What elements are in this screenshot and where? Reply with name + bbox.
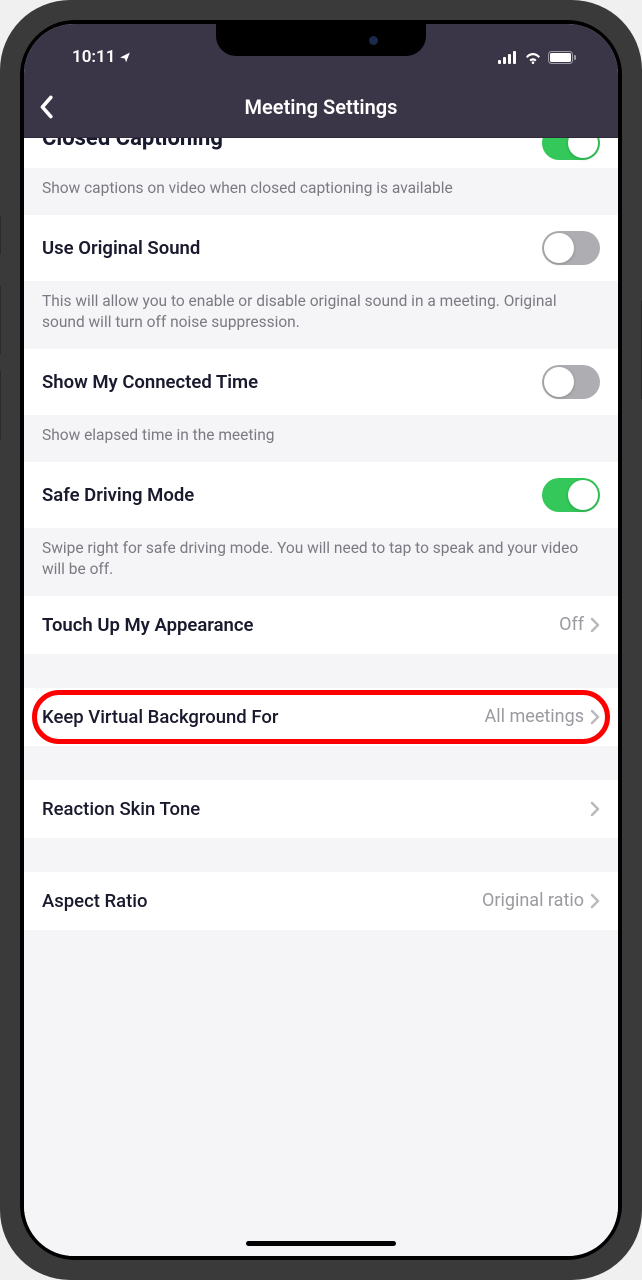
home-indicator[interactable] [246,1241,396,1246]
row-aspect-ratio[interactable]: Aspect Ratio Original ratio [24,872,618,930]
row-reaction-skin-tone[interactable]: Reaction Skin Tone [24,780,618,838]
touch-up-title: Touch Up My Appearance [42,614,254,636]
time-text: 10:11 [72,47,115,67]
notch [216,24,426,56]
status-time: 10:11 [52,47,132,67]
reaction-skin-tone-title: Reaction Skin Tone [42,798,200,820]
closed-captioning-title: Closed Captioning [42,138,223,151]
volume-up-button [0,285,1,355]
safe-driving-desc: Swipe right for safe driving mode. You w… [24,528,618,596]
aspect-ratio-value: Original ratio [482,890,584,911]
spacer [24,838,618,872]
virtual-background-title: Keep Virtual Background For [42,706,278,728]
chevron-right-icon [590,617,600,633]
safe-driving-title: Safe Driving Mode [42,484,194,506]
phone-bezel: 10:11 [20,20,622,1260]
closed-captioning-desc: Show captions on video when closed capti… [24,168,618,215]
spacer [24,746,618,780]
wifi-icon [524,51,542,64]
silent-switch [0,215,1,255]
original-sound-toggle[interactable] [542,231,600,265]
safe-driving-toggle[interactable] [542,478,600,512]
aspect-ratio-trailing: Original ratio [482,890,600,911]
settings-list[interactable]: Closed Captioning Show captions on video… [24,138,618,1256]
row-virtual-background[interactable]: Keep Virtual Background For All meetings [24,688,618,746]
row-touch-up[interactable]: Touch Up My Appearance Off [24,596,618,654]
row-closed-captioning[interactable]: Closed Captioning [24,138,618,168]
row-connected-time[interactable]: Show My Connected Time [24,349,618,415]
virtual-background-trailing: All meetings [485,706,600,727]
virtual-background-value: All meetings [485,706,584,727]
chevron-right-icon [590,801,600,817]
row-safe-driving[interactable]: Safe Driving Mode [24,462,618,528]
closed-captioning-toggle[interactable] [542,138,600,160]
chevron-left-icon [38,95,54,119]
location-icon [119,51,132,64]
back-button[interactable] [38,95,54,119]
chevron-right-icon [590,893,600,909]
screen: 10:11 [24,24,618,1256]
touch-up-trailing: Off [559,614,600,635]
connected-time-title: Show My Connected Time [42,371,258,393]
original-sound-title: Use Original Sound [42,237,200,259]
row-original-sound[interactable]: Use Original Sound [24,215,618,281]
chevron-right-icon [590,709,600,725]
cellular-icon [498,51,518,64]
battery-icon [548,51,576,64]
touch-up-value: Off [559,614,584,635]
phone-frame: 10:11 [0,0,642,1280]
status-icons [498,51,590,64]
page-title: Meeting Settings [24,95,618,119]
nav-bar: Meeting Settings [24,76,618,138]
reaction-skin-tone-trailing [590,801,600,817]
aspect-ratio-title: Aspect Ratio [42,890,148,912]
original-sound-desc: This will allow you to enable or disable… [24,281,618,349]
connected-time-desc: Show elapsed time in the meeting [24,415,618,462]
connected-time-toggle[interactable] [542,365,600,399]
volume-down-button [0,370,1,440]
